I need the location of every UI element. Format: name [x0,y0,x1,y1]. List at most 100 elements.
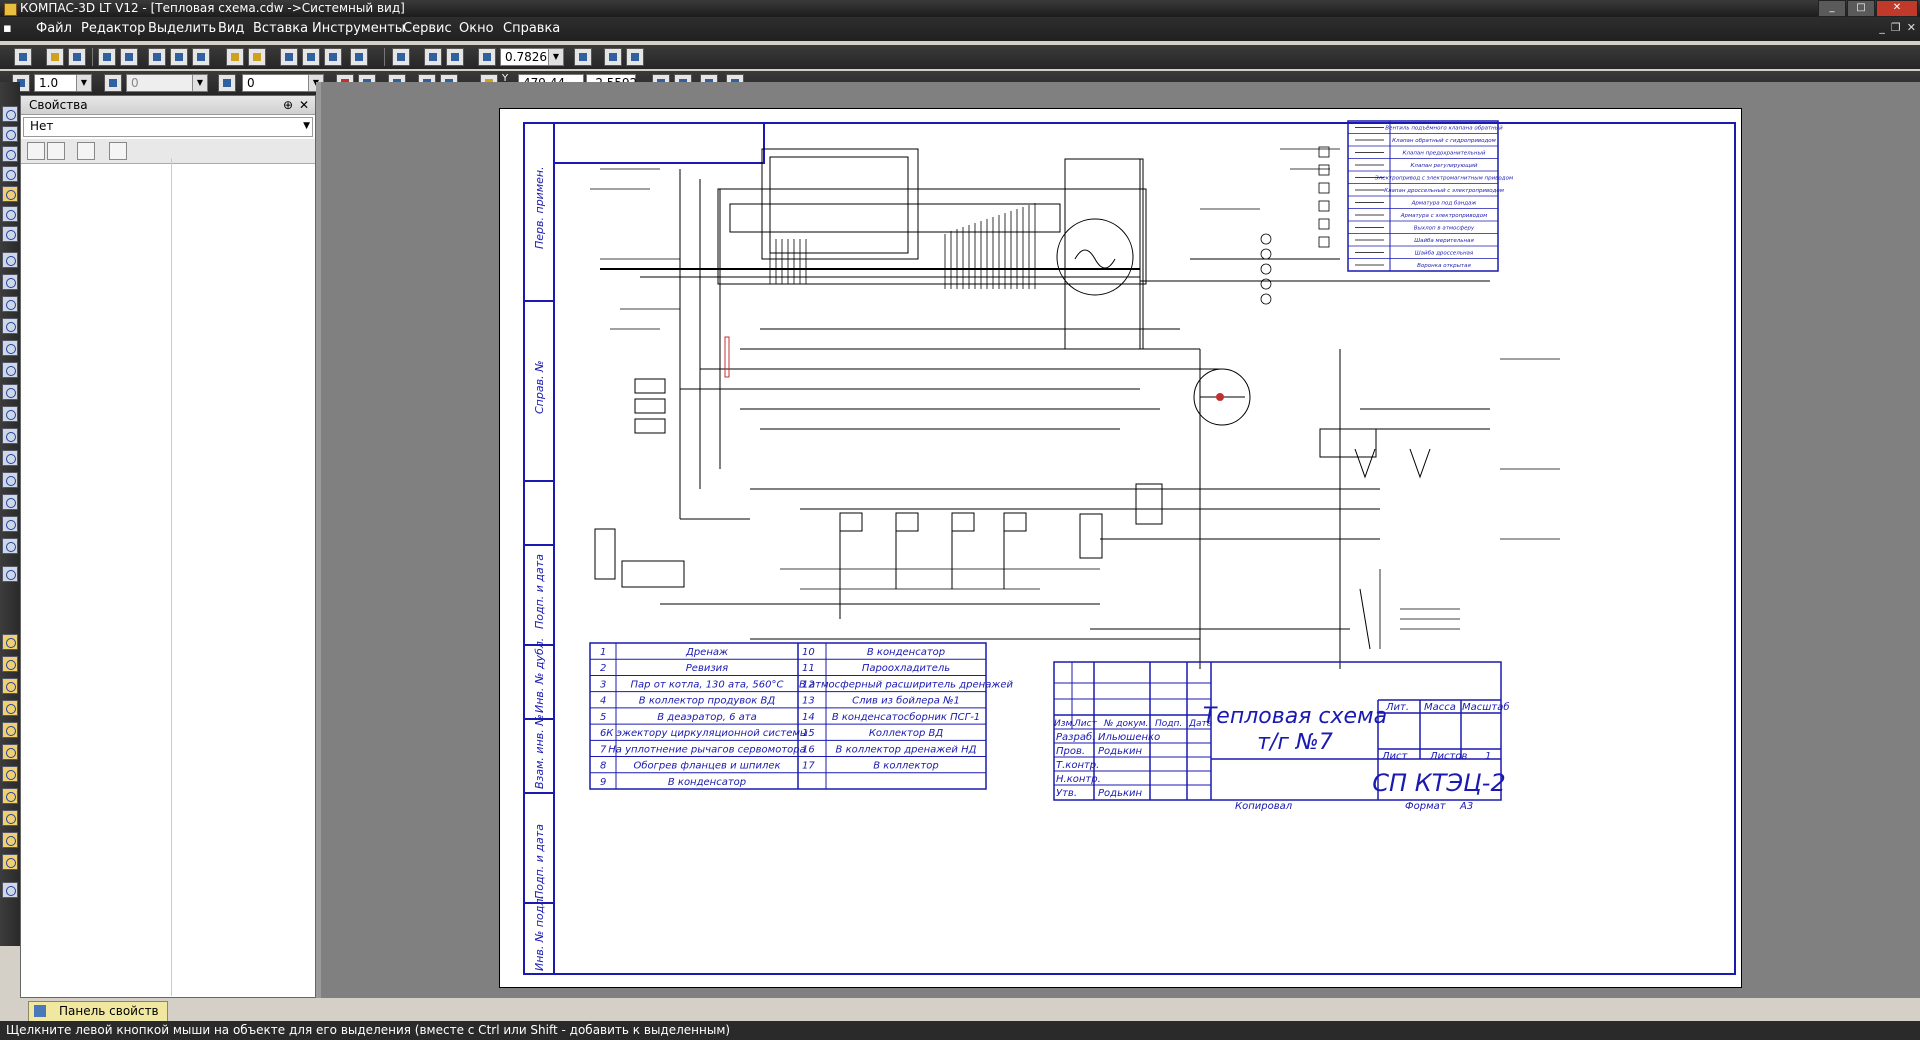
redo-icon[interactable] [302,48,320,66]
angle-step-icon[interactable] [104,74,122,92]
help-pointer-icon[interactable] [350,48,368,66]
arc-icon[interactable] [2,340,18,356]
snap-intersection-icon[interactable] [2,656,18,672]
zoom-scale-icon[interactable] [478,48,496,66]
kopiroval-label: Копировал [1235,801,1293,812]
chamfer-icon[interactable] [2,428,18,444]
fillet-icon[interactable] [2,450,18,466]
zoom-out-icon[interactable] [446,48,464,66]
print-icon[interactable] [98,48,116,66]
chevron-down-icon[interactable]: ▼ [548,49,563,65]
contour-icon[interactable] [2,538,18,554]
snap-center-icon[interactable] [2,722,18,738]
chevron-down-icon[interactable]: ▼ [303,118,310,134]
notes-row-text: В атмосферный расширитель дренажей [799,679,1013,690]
format-painter-icon[interactable] [226,48,244,66]
snap-point-icon[interactable] [2,634,18,650]
geometry-icon[interactable] [2,106,18,122]
snap-angle-icon[interactable] [2,788,18,804]
menu-service[interactable]: Сервис [403,17,452,41]
snap-tangent-icon[interactable] [2,744,18,760]
polygon-icon[interactable] [2,494,18,510]
menu-editor[interactable]: Редактор [81,17,145,41]
cut-icon[interactable] [148,48,166,66]
refresh-icon[interactable] [604,48,622,66]
menu-tools[interactable]: Инструменты [312,17,405,41]
auxiliary-line-icon[interactable] [2,274,18,290]
style-combo[interactable]: 0▼ [242,74,324,92]
copy-icon[interactable] [170,48,188,66]
close-icon[interactable]: ✕ [299,96,309,114]
layer-combo[interactable]: 0 ▼ [126,74,208,92]
ellipse-icon[interactable] [2,362,18,378]
zoom-in-icon[interactable] [424,48,442,66]
document-menu-icon[interactable]: ▪ [3,17,17,41]
rectangle-icon[interactable] [2,472,18,488]
snap-quadrant-icon[interactable] [2,832,18,848]
chevron-down-icon[interactable]: ▼ [76,75,91,91]
highlight-mark [1216,393,1224,401]
new-document-icon[interactable] [14,48,32,66]
maximize-button[interactable]: □ [1847,0,1875,17]
save-icon[interactable] [68,48,86,66]
mdi-restore-icon[interactable]: ❐ [1891,21,1901,34]
paste-icon[interactable] [192,48,210,66]
circle-icon[interactable] [2,318,18,334]
snap-settings-icon[interactable] [2,882,18,898]
close-button[interactable]: ✕ [1876,0,1918,17]
segment-icon[interactable] [2,296,18,312]
open-folder-icon[interactable] [46,48,64,66]
point-icon[interactable] [2,252,18,268]
menu-help[interactable]: Справка [503,17,560,41]
minimize-button[interactable]: _ [1818,0,1846,17]
menu-file[interactable]: Файл [36,17,72,41]
categorized-icon[interactable] [27,142,45,160]
measurements-icon[interactable] [2,206,18,222]
selection-icon[interactable] [2,226,18,242]
parametrization-icon[interactable] [2,186,18,202]
chevron-down-icon[interactable]: ▼ [192,75,207,91]
help-icon[interactable] [109,142,127,160]
hatch-tool-icon[interactable] [2,516,18,532]
manager-icon[interactable] [248,48,266,66]
variables-icon[interactable] [324,48,342,66]
menu-window[interactable]: Окно [459,17,494,41]
zoom-window-icon[interactable] [392,48,410,66]
spline-icon[interactable] [2,406,18,422]
macro-icon[interactable] [2,566,18,582]
redraw-icon[interactable] [626,48,644,66]
snap-midpoint-icon[interactable] [2,700,18,716]
editing-icon[interactable] [2,166,18,182]
style-icon[interactable] [218,74,236,92]
menu-view[interactable]: Вид [218,17,244,41]
drawing-sheet[interactable]: Перв. примен. Справ. № Подп. и дата Инв.… [499,108,1742,988]
polyline-icon[interactable] [2,384,18,400]
snap-grid-icon[interactable] [2,810,18,826]
filter-icon[interactable] [77,142,95,160]
properties-panel-tab[interactable]: Панель свойств [28,1001,168,1022]
sort-az-icon[interactable] [47,142,65,160]
pan-icon[interactable] [574,48,592,66]
designations-icon[interactable] [2,146,18,162]
top-left-box [553,122,765,164]
object-filter-select[interactable]: Нет ▼ [23,117,313,137]
menu-select[interactable]: Выделить [148,17,216,41]
mdi-close-icon[interactable]: ✕ [1907,21,1916,34]
pin-icon[interactable]: ⊕ [283,96,293,114]
snap-alignment-icon[interactable] [2,854,18,870]
zoom-combo[interactable]: 0.7826 ▼ [500,48,564,66]
snap-nearest-icon[interactable] [2,678,18,694]
notes-row-number: 14 [802,712,815,723]
notes-row-text: Коллектор ВД [869,728,944,739]
step-combo[interactable]: 1.0 ▼ [34,74,92,92]
snap-normal-icon[interactable] [2,766,18,782]
dimensions-icon[interactable] [2,126,18,142]
preview-icon[interactable] [120,48,138,66]
properties-title: Свойства [29,98,88,112]
notes-row-text: Пар от котла, 130 ата, 560°С [631,679,784,690]
undo-icon[interactable] [280,48,298,66]
legend-row-label: Клапан дроссельный с электроприводом [1384,188,1504,194]
legend-row-label: Арматура под бандаж [1411,201,1477,207]
mdi-minimize-icon[interactable]: _ [1879,21,1885,34]
menu-insert[interactable]: Вставка [253,17,308,41]
